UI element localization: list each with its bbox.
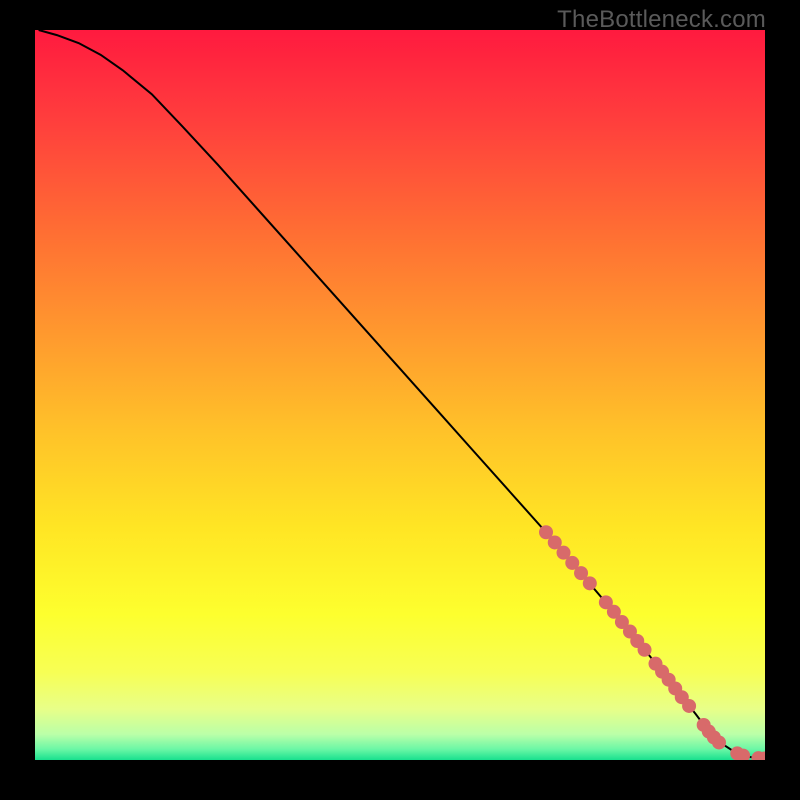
highlight-point (682, 699, 696, 713)
highlight-point (712, 735, 726, 749)
chart-stage: TheBottleneck.com (0, 0, 800, 800)
highlight-point (638, 643, 652, 657)
plot-area (35, 30, 765, 760)
gradient-background (35, 30, 765, 760)
chart-svg (35, 30, 765, 760)
highlight-point (583, 576, 597, 590)
